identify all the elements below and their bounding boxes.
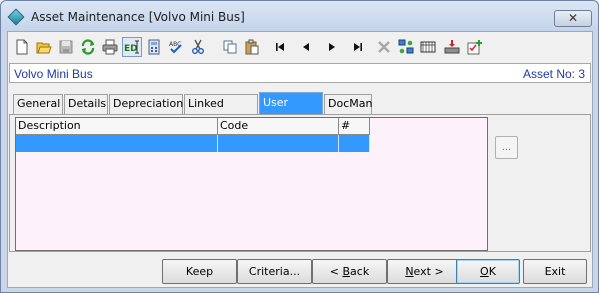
user-forms-grid[interactable]: Description Code #: [15, 117, 488, 251]
ok-button[interactable]: OK: [456, 259, 520, 284]
user-forms-panel: Description Code # ...: [9, 114, 591, 252]
tab-linked-assets[interactable]: Linked Assets: [184, 94, 258, 128]
title-bar[interactable]: Asset Maintenance [Volvo Mini Bus] ✕: [1, 1, 598, 31]
calculator-icon[interactable]: [144, 37, 164, 57]
open-icon[interactable]: [34, 37, 54, 57]
next-button[interactable]: Next >: [387, 259, 462, 284]
asset-name: Volvo Mini Bus: [14, 67, 93, 81]
import-icon[interactable]: [442, 37, 462, 57]
browse-button[interactable]: ...: [495, 136, 518, 159]
footer-buttons: Keep Criteria... < Back Next > OK Exit: [8, 255, 592, 287]
column-header-number[interactable]: #: [339, 118, 370, 135]
refresh-icon[interactable]: [78, 37, 98, 57]
back-prefix: <: [329, 265, 343, 278]
criteria-button[interactable]: Criteria...: [237, 259, 312, 284]
app-icon: [7, 8, 25, 26]
first-record-icon[interactable]: [270, 37, 290, 57]
tab-user-forms[interactable]: User Forms: [259, 92, 323, 129]
paste-icon[interactable]: [242, 37, 262, 57]
tab-general[interactable]: General: [13, 94, 63, 114]
asset-info-bar: Volvo Mini Bus Asset No: 3: [9, 63, 591, 83]
next-record-icon[interactable]: [322, 37, 342, 57]
save-icon[interactable]: [56, 37, 76, 57]
next-accelerator: N: [405, 265, 414, 278]
report-icon[interactable]: [418, 37, 438, 57]
client-area: ED ABC Volvo Mini Bus Asset No: 3 Genera…: [7, 31, 593, 288]
edit-mode-icon[interactable]: ED: [122, 37, 142, 57]
asset-number: Asset No: 3: [522, 67, 585, 81]
close-button[interactable]: ✕: [554, 10, 592, 27]
previous-record-icon[interactable]: [296, 37, 316, 57]
asset-maintenance-window: Asset Maintenance [Volvo Mini Bus] ✕ ED: [0, 0, 599, 293]
exit-button[interactable]: Exit: [523, 259, 587, 284]
tab-details[interactable]: Details: [64, 94, 108, 114]
spellcheck-icon[interactable]: ABC: [166, 37, 186, 57]
copy-icon[interactable]: [220, 37, 240, 57]
cell-code[interactable]: [218, 135, 339, 152]
back-accelerator: B: [342, 265, 351, 278]
tab-depreciation[interactable]: Depreciation: [109, 94, 183, 114]
cell-number[interactable]: [339, 135, 370, 152]
window-title: Asset Maintenance [Volvo Mini Bus]: [31, 10, 245, 24]
back-button[interactable]: < Back: [312, 259, 387, 284]
column-header-description[interactable]: Description: [16, 118, 218, 135]
print-icon[interactable]: [100, 37, 120, 57]
table-row[interactable]: [16, 135, 370, 152]
ok-rest: K: [488, 265, 496, 278]
back-rest: ack: [350, 265, 370, 278]
add-task-icon[interactable]: [464, 37, 484, 57]
delete-icon[interactable]: [374, 37, 394, 57]
cell-description[interactable]: [16, 135, 218, 152]
next-rest: ext >: [413, 265, 444, 278]
ok-accelerator: O: [480, 265, 489, 278]
keep-button[interactable]: Keep: [162, 259, 237, 284]
network-icon[interactable]: [396, 37, 416, 57]
grid-header: Description Code #: [16, 118, 370, 135]
last-record-icon[interactable]: [348, 37, 368, 57]
tab-docman[interactable]: DocMan: [324, 94, 372, 114]
new-icon[interactable]: [12, 37, 32, 57]
column-header-code[interactable]: Code: [218, 118, 339, 135]
cut-icon[interactable]: [188, 37, 208, 57]
toolbar: ED ABC: [8, 32, 592, 62]
